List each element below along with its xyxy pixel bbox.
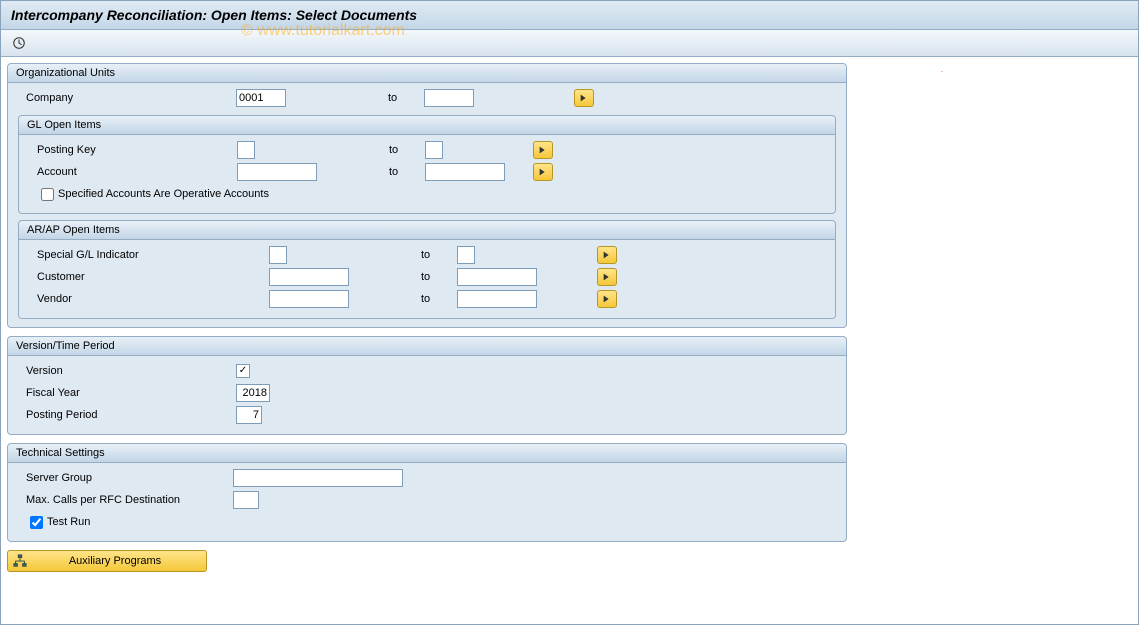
row-specified-accounts: Specified Accounts Are Operative Account… xyxy=(29,183,825,205)
arrow-right-icon xyxy=(579,93,589,103)
group-title: Technical Settings xyxy=(16,447,105,459)
label-specified-accounts: Specified Accounts Are Operative Account… xyxy=(58,188,269,200)
row-version: Version ✓ xyxy=(18,360,836,382)
version-checkbox[interactable]: ✓ xyxy=(236,364,250,378)
label-posting-key: Posting Key xyxy=(29,144,237,156)
to-label: to xyxy=(421,293,457,305)
to-label: to xyxy=(389,166,425,178)
group-header-version: Version/Time Period xyxy=(7,336,847,356)
test-run-checkbox[interactable] xyxy=(30,516,43,529)
label-customer: Customer xyxy=(29,271,269,283)
arrow-right-icon xyxy=(602,250,612,260)
customer-to-input[interactable] xyxy=(457,268,537,286)
max-calls-input[interactable] xyxy=(233,491,259,509)
side-column: . xyxy=(851,63,1132,572)
fiscal-year-input[interactable] xyxy=(236,384,270,402)
clock-execute-icon xyxy=(12,36,26,50)
group-technical-settings: Technical Settings Server Group Max. Cal… xyxy=(7,443,847,542)
row-posting-key: Posting Key to xyxy=(29,139,825,161)
group-header-tech: Technical Settings xyxy=(7,443,847,463)
content-area: Organizational Units Company to xyxy=(1,57,1138,578)
to-label: to xyxy=(421,249,457,261)
row-customer: Customer to xyxy=(29,266,825,288)
row-account: Account to xyxy=(29,161,825,183)
row-posting-period: Posting Period xyxy=(18,404,836,426)
server-group-input[interactable] xyxy=(233,469,403,487)
group-title: Organizational Units xyxy=(16,67,115,79)
to-label: to xyxy=(389,144,425,156)
special-gl-from-input[interactable] xyxy=(269,246,287,264)
subgroup-body-gl: Posting Key to Account xyxy=(18,135,836,214)
subgroup-header-gl: GL Open Items xyxy=(18,115,836,135)
subgroup-gl-open-items: GL Open Items Posting Key to xyxy=(18,115,836,214)
label-posting-period: Posting Period xyxy=(18,409,236,421)
group-header-org: Organizational Units xyxy=(7,63,847,83)
row-vendor: Vendor to xyxy=(29,288,825,310)
subgroup-title: AR/AP Open Items xyxy=(27,224,120,236)
button-row: Auxiliary Programs xyxy=(7,550,847,572)
page-title: Intercompany Reconciliation: Open Items:… xyxy=(11,7,417,23)
subgroup-header-arap: AR/AP Open Items xyxy=(18,220,836,240)
label-fiscal-year: Fiscal Year xyxy=(18,387,236,399)
group-title: Version/Time Period xyxy=(16,340,115,352)
customer-from-input[interactable] xyxy=(269,268,349,286)
label-test-run: Test Run xyxy=(47,516,90,528)
arrow-right-icon xyxy=(602,294,612,304)
company-multi-select-button[interactable] xyxy=(574,89,594,107)
label-version: Version xyxy=(18,365,236,377)
window-frame: Intercompany Reconciliation: Open Items:… xyxy=(0,0,1139,625)
account-to-input[interactable] xyxy=(425,163,505,181)
vendor-to-input[interactable] xyxy=(457,290,537,308)
group-organizational-units: Organizational Units Company to xyxy=(7,63,847,328)
posting-key-from-input[interactable] xyxy=(237,141,255,159)
special-gl-multi-select-button[interactable] xyxy=(597,246,617,264)
account-from-input[interactable] xyxy=(237,163,317,181)
row-max-calls: Max. Calls per RFC Destination xyxy=(18,489,836,511)
company-from-input[interactable] xyxy=(236,89,286,107)
arrow-right-icon xyxy=(538,167,548,177)
special-gl-to-input[interactable] xyxy=(457,246,475,264)
row-fiscal-year: Fiscal Year xyxy=(18,382,836,404)
toolbar: © www.tutorialkart.com xyxy=(1,30,1138,57)
group-body-org: Company to GL Open Items xyxy=(7,83,847,328)
label-account: Account xyxy=(29,166,237,178)
title-bar: Intercompany Reconciliation: Open Items:… xyxy=(1,1,1138,30)
label-company: Company xyxy=(18,92,236,104)
customer-multi-select-button[interactable] xyxy=(597,268,617,286)
row-special-gl: Special G/L Indicator to xyxy=(29,244,825,266)
group-body-tech: Server Group Max. Calls per RFC Destinat… xyxy=(7,463,847,542)
to-label: to xyxy=(388,92,424,104)
posting-period-input[interactable] xyxy=(236,406,262,424)
group-body-version: Version ✓ Fiscal Year Posting Period xyxy=(7,356,847,435)
arrow-right-icon xyxy=(538,145,548,155)
posting-key-multi-select-button[interactable] xyxy=(533,141,553,159)
vendor-multi-select-button[interactable] xyxy=(597,290,617,308)
label-vendor: Vendor xyxy=(29,293,269,305)
execute-button[interactable] xyxy=(9,33,29,53)
aux-button-label: Auxiliary Programs xyxy=(34,555,196,567)
arrow-right-icon xyxy=(602,272,612,282)
auxiliary-programs-button[interactable]: Auxiliary Programs xyxy=(7,550,207,572)
company-to-input[interactable] xyxy=(424,89,474,107)
row-test-run: Test Run xyxy=(18,511,836,533)
row-server-group: Server Group xyxy=(18,467,836,489)
row-company: Company to xyxy=(18,87,836,109)
group-version-time: Version/Time Period Version ✓ Fiscal Yea… xyxy=(7,336,847,435)
main-column: Organizational Units Company to xyxy=(7,63,847,572)
specified-accounts-checkbox[interactable] xyxy=(41,188,54,201)
to-label: to xyxy=(421,271,457,283)
subgroup-body-arap: Special G/L Indicator to Customer xyxy=(18,240,836,319)
decorative-dot: . xyxy=(941,65,943,74)
subgroup-title: GL Open Items xyxy=(27,119,101,131)
account-multi-select-button[interactable] xyxy=(533,163,553,181)
posting-key-to-input[interactable] xyxy=(425,141,443,159)
vendor-from-input[interactable] xyxy=(269,290,349,308)
label-special-gl: Special G/L Indicator xyxy=(29,249,269,261)
subgroup-arap-open-items: AR/AP Open Items Special G/L Indicator t… xyxy=(18,220,836,319)
hierarchy-icon xyxy=(12,553,28,569)
